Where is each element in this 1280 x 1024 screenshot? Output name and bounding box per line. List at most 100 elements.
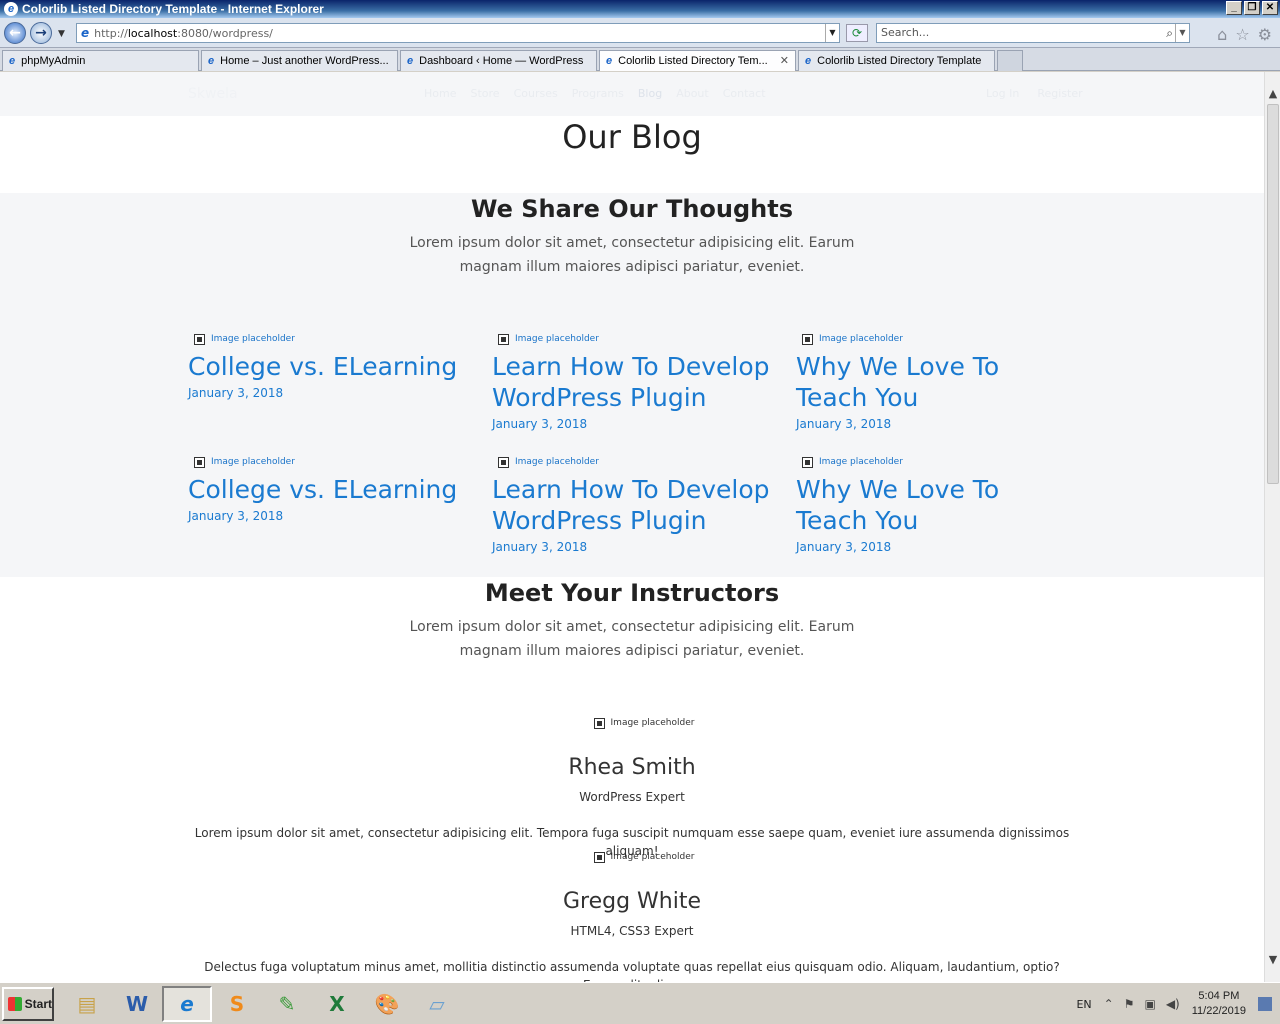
address-dropdown-icon[interactable]: ▼	[825, 24, 839, 42]
language-indicator[interactable]: EN	[1076, 998, 1091, 1011]
tab-phpmyadmin[interactable]: e phpMyAdmin	[2, 50, 199, 71]
login-link[interactable]: Log In	[986, 87, 1019, 100]
menu-item-about[interactable]: About	[676, 87, 709, 100]
image-placeholder[interactable]: Image placeholder	[492, 456, 772, 468]
instructor-card: Image placeholder Rhea Smith WordPress E…	[0, 717, 1264, 860]
broken-image-icon	[593, 851, 605, 863]
blog-post-card: Image placeholder Why We Love To Teach Y…	[796, 333, 1076, 431]
close-tab-icon[interactable]: ✕	[780, 54, 789, 67]
url-host: localhost	[127, 26, 178, 40]
tab-colorlib-active[interactable]: e Colorlib Listed Directory Tem... ✕	[599, 50, 796, 71]
browser-nav-bar: ← → ▼ e http:// localhost :8080/wordpres…	[0, 18, 1280, 48]
image-placeholder[interactable]: Image placeholder	[492, 333, 772, 345]
home-icon[interactable]: ⌂	[1217, 25, 1227, 44]
broken-image-icon	[593, 717, 605, 729]
start-label: Start	[24, 997, 52, 1011]
post-title-link[interactable]: College vs. ELearning	[188, 474, 468, 505]
image-placeholder-text: Image placeholder	[610, 852, 695, 862]
menu-item-contact[interactable]: Contact	[723, 87, 766, 100]
favorites-star-icon[interactable]: ☆	[1235, 25, 1249, 44]
scroll-thumb[interactable]	[1267, 104, 1279, 484]
image-placeholder[interactable]: Image placeholder	[188, 456, 468, 468]
image-placeholder[interactable]: Image placeholder	[796, 333, 1076, 345]
image-placeholder: Image placeholder	[18, 851, 1264, 863]
menu-item-blog[interactable]: Blog	[638, 87, 662, 100]
vertical-scrollbar[interactable]: ▲ ▼	[1264, 72, 1280, 982]
post-date[interactable]: January 3, 2018	[188, 386, 468, 400]
image-placeholder-text: Image placeholder	[610, 718, 695, 728]
post-date[interactable]: January 3, 2018	[796, 417, 1076, 431]
post-title-link[interactable]: Learn How To Develop WordPress Plugin	[492, 351, 772, 413]
search-dropdown-icon[interactable]: ▼	[1175, 24, 1189, 42]
blog-post-card: Image placeholder Learn How To Develop W…	[492, 333, 772, 431]
site-menu: Home Store Courses Programs Blog About C…	[424, 87, 766, 100]
clock[interactable]: 5:04 PM 11/22/2019	[1192, 989, 1246, 1019]
post-date[interactable]: January 3, 2018	[188, 509, 468, 523]
post-date[interactable]: January 3, 2018	[492, 540, 772, 554]
post-title-link[interactable]: Why We Love To Teach You	[796, 474, 1076, 536]
image-placeholder: Image placeholder	[18, 717, 1264, 729]
search-icon[interactable]: ⌕	[1166, 24, 1173, 42]
window-title-bar[interactable]: e Colorlib Listed Directory Template - I…	[0, 0, 1280, 18]
instructor-name: Rhea Smith	[568, 755, 696, 780]
refresh-icon[interactable]: ⟳	[846, 24, 868, 42]
start-button[interactable]: Start	[2, 987, 54, 1021]
post-title-link[interactable]: Why We Love To Teach You	[796, 351, 1076, 413]
menu-item-store[interactable]: Store	[470, 87, 499, 100]
history-dropdown-icon[interactable]: ▼	[58, 29, 65, 39]
new-tab-button[interactable]	[997, 50, 1023, 71]
gear-icon[interactable]: ⚙	[1258, 25, 1272, 44]
broken-image-icon	[194, 456, 205, 468]
page-viewport[interactable]: Skwela Home Store Courses Programs Blog …	[0, 72, 1280, 982]
menu-item-courses[interactable]: Courses	[514, 87, 558, 100]
menu-item-home[interactable]: Home	[424, 87, 456, 100]
paint-icon[interactable]: 🎨	[362, 986, 412, 1022]
internet-explorer-icon[interactable]: e	[162, 986, 212, 1022]
post-date[interactable]: January 3, 2018	[796, 540, 1076, 554]
restore-button[interactable]: ❐	[1244, 1, 1260, 15]
forward-arrow-icon[interactable]: →	[30, 22, 52, 44]
page-title: Our Blog	[562, 118, 702, 156]
post-date[interactable]: January 3, 2018	[492, 417, 772, 431]
url-prefix: http://	[94, 26, 128, 40]
blog-post-card: Image placeholder Learn How To Develop W…	[492, 456, 772, 554]
post-title-link[interactable]: Learn How To Develop WordPress Plugin	[492, 474, 772, 536]
tab-label: Colorlib Listed Directory Tem...	[618, 55, 768, 67]
show-desktop-icon[interactable]	[1258, 997, 1272, 1011]
minimize-button[interactable]: _	[1226, 1, 1242, 15]
image-placeholder[interactable]: Image placeholder	[188, 333, 468, 345]
tab-label: Dashboard ‹ Home — WordPress	[419, 55, 584, 67]
scroll-up-arrow-icon[interactable]: ▲	[1265, 86, 1280, 102]
file-explorer-icon[interactable]: ▤	[62, 986, 112, 1022]
search-input[interactable]: Search... ⌕ ▼	[876, 23, 1190, 43]
tab-dashboard[interactable]: e Dashboard ‹ Home — WordPress	[400, 50, 597, 71]
word-icon[interactable]: W	[112, 986, 162, 1022]
web-page: Skwela Home Store Courses Programs Blog …	[0, 72, 1264, 982]
blog-post-card: Image placeholder College vs. ELearning …	[188, 333, 468, 400]
excel-icon[interactable]: X	[312, 986, 362, 1022]
url-rest: :8080/wordpress/	[177, 26, 273, 40]
tab-home-wordpress[interactable]: e Home – Just another WordPress...	[201, 50, 398, 71]
notepad-plus-icon[interactable]: ✎	[262, 986, 312, 1022]
network-icon[interactable]: ▣	[1144, 997, 1155, 1011]
scroll-down-arrow-icon[interactable]: ▼	[1265, 952, 1280, 968]
register-link[interactable]: Register	[1037, 87, 1082, 100]
ie-page-icon: e	[606, 55, 613, 67]
blog-heading: We Share Our Thoughts	[470, 195, 794, 223]
volume-icon[interactable]: ◀)	[1166, 997, 1180, 1011]
tab-colorlib[interactable]: e Colorlib Listed Directory Template	[798, 50, 995, 71]
site-brand-link[interactable]: Skwela	[188, 86, 238, 102]
ie-page-icon: e	[407, 55, 414, 67]
sublime-text-icon[interactable]: S	[212, 986, 262, 1022]
image-placeholder[interactable]: Image placeholder	[796, 456, 1076, 468]
address-input[interactable]: e http:// localhost :8080/wordpress/ ▼	[76, 23, 840, 43]
menu-item-programs[interactable]: Programs	[572, 87, 624, 100]
notepad-icon[interactable]: ▱	[412, 986, 462, 1022]
close-button[interactable]: ✕	[1262, 1, 1278, 15]
post-title-link[interactable]: College vs. ELearning	[188, 351, 468, 382]
internet-explorer-icon: e	[4, 2, 18, 16]
back-arrow-icon[interactable]: ←	[4, 22, 26, 44]
action-center-flag-icon[interactable]: ⚑	[1124, 997, 1135, 1011]
window-controls: _ ❐ ✕	[1226, 1, 1278, 15]
show-hidden-icons-icon[interactable]: ⌃	[1104, 997, 1114, 1011]
